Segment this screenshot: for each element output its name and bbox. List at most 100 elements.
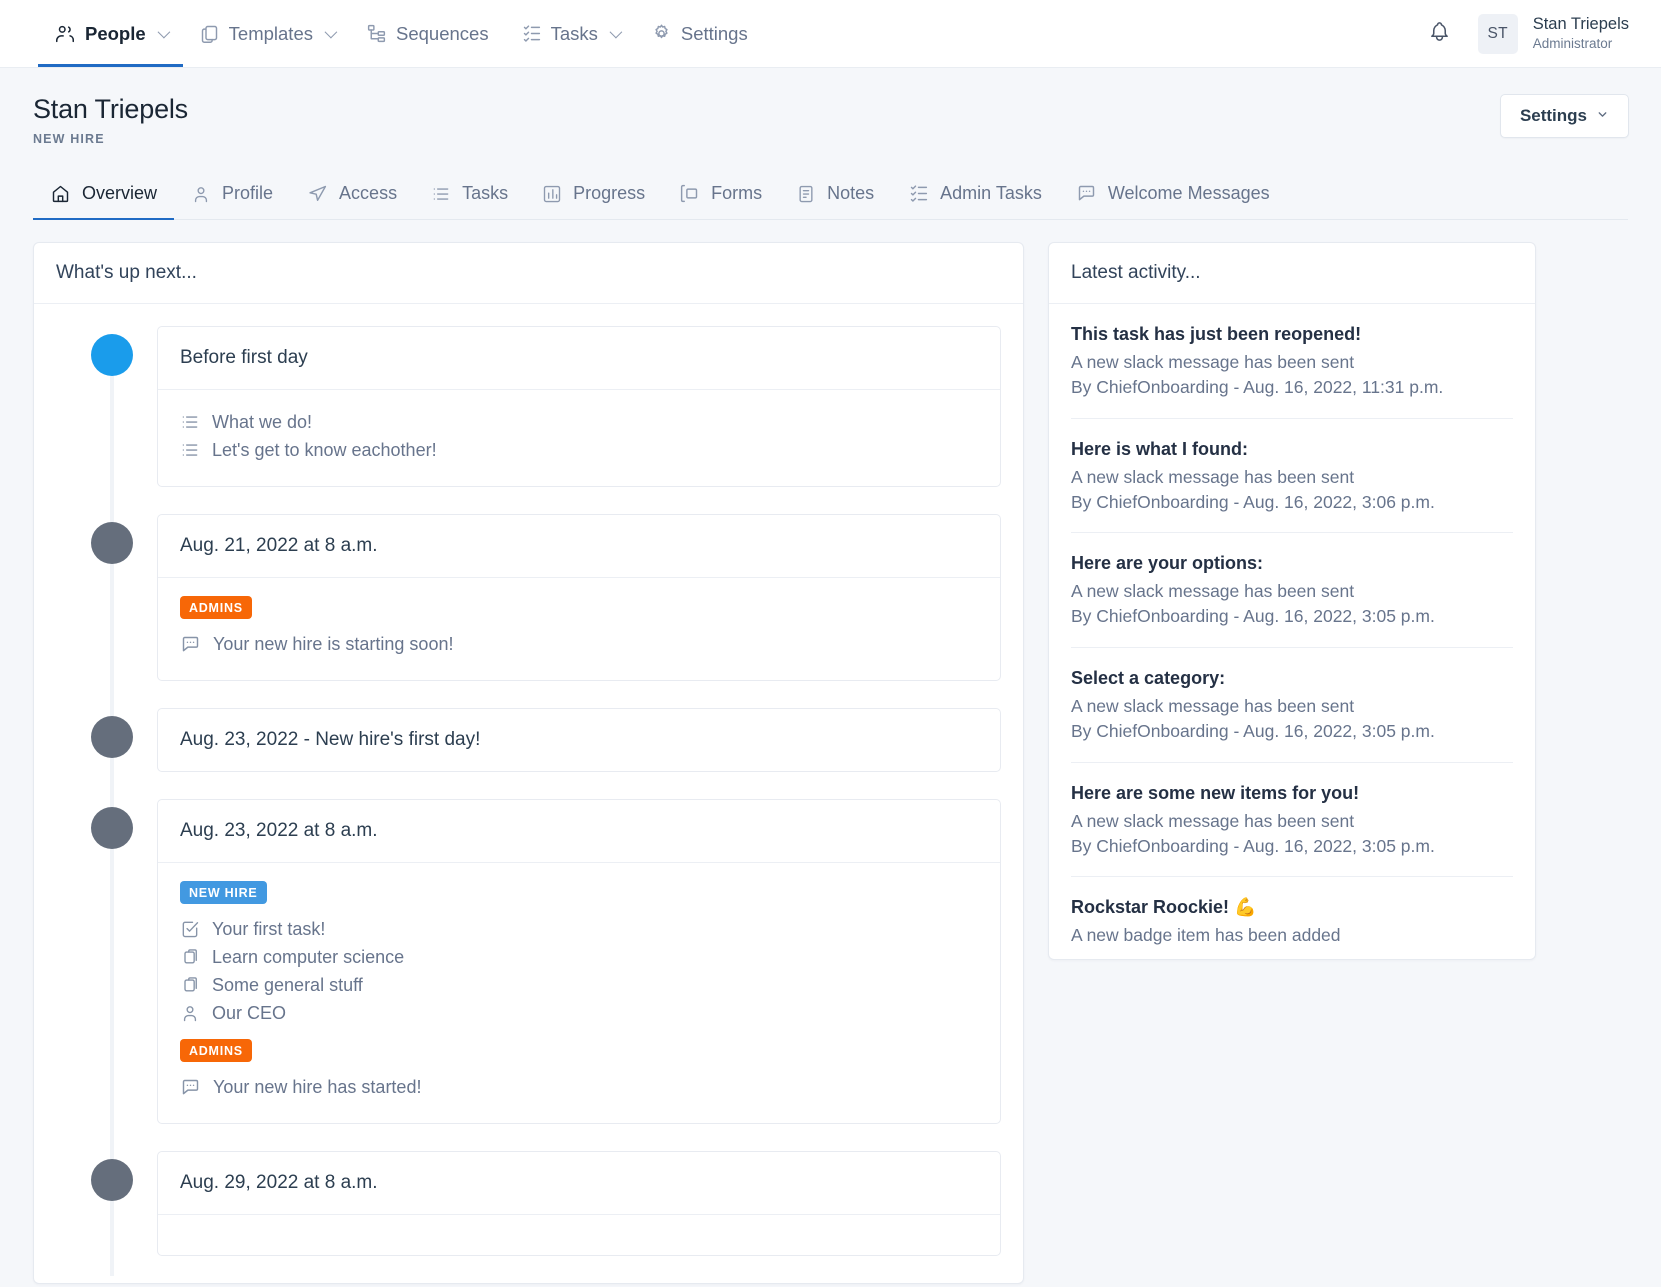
timeline-card[interactable]: Aug. 29, 2022 at 8 a.m. xyxy=(157,1151,1001,1256)
top-nav-item-label: Templates xyxy=(228,22,313,44)
timeline-item[interactable]: Some general stuff xyxy=(180,971,978,999)
activity-item[interactable]: This task has just been reopened! A new s… xyxy=(1071,304,1513,419)
page-title-group: Stan Triepels NEW HIRE xyxy=(33,94,188,146)
avatar[interactable]: ST xyxy=(1477,13,1518,54)
list-icon xyxy=(431,184,451,204)
tab-label: Progress xyxy=(573,183,646,203)
tab-tasks[interactable]: Tasks xyxy=(414,171,525,219)
activity-meta: By ChiefOnboarding - Aug. 16, 2022, 3:05… xyxy=(1071,606,1435,627)
timeline-row: Aug. 21, 2022 at 8 a.m. ADMINS Your new hi… xyxy=(34,514,1023,681)
activity-title: Rockstar Roockie! 💪 xyxy=(1071,897,1257,918)
tab-profile[interactable]: Profile xyxy=(174,171,290,219)
timeline-item[interactable]: Our CEO xyxy=(180,999,978,1027)
checklist-icon xyxy=(908,183,929,204)
tab-overview[interactable]: Overview xyxy=(33,171,175,220)
activity-description: A new badge item has been added xyxy=(1071,925,1341,946)
top-nav-item-sequences[interactable]: Sequences xyxy=(350,0,505,67)
tab-forms[interactable]: Forms xyxy=(662,171,779,219)
home-icon xyxy=(50,183,71,204)
timeline-card-body xyxy=(158,1214,1000,1255)
tab-admin-tasks[interactable]: Admin Tasks xyxy=(891,171,1059,219)
activity-item[interactable]: Select a category: A new slack message ha… xyxy=(1071,648,1513,763)
settings-dropdown-button[interactable]: Settings xyxy=(1499,94,1629,138)
timeline-card[interactable]: Aug. 23, 2022 at 8 a.m. NEW HIRE Your firs… xyxy=(157,799,1001,1124)
page-subtitle: NEW HIRE xyxy=(33,132,105,146)
timeline-item[interactable]: Your first task! xyxy=(180,915,978,943)
tab-label: Profile xyxy=(222,183,274,203)
timeline-card-title: Aug. 29, 2022 at 8 a.m. xyxy=(180,1172,378,1193)
notifications-button[interactable] xyxy=(1418,12,1462,56)
timeline-item-label: Your new hire is starting soon! xyxy=(213,633,454,654)
main-content: What's up next... Before first day What w… xyxy=(0,220,1661,1284)
top-nav-item-templates[interactable]: Templates xyxy=(183,0,350,67)
user-icon xyxy=(191,184,211,204)
activity-title: Here is what I found: xyxy=(1071,438,1249,459)
activity-item[interactable]: Rockstar Roockie! 💪 A new badge item has … xyxy=(1071,877,1513,959)
timeline-row: Aug. 23, 2022 at 8 a.m. NEW HIRE Your firs… xyxy=(34,799,1023,1124)
timeline-row: Aug. 23, 2022 - New hire's first day! xyxy=(34,708,1023,772)
timeline-card[interactable]: Before first day What we do! Let's get to … xyxy=(157,326,1001,487)
audience-badge: ADMINS xyxy=(180,596,252,619)
latest-activity-card: Latest activity... This task has just be… xyxy=(1048,242,1536,960)
timeline-row: Aug. 29, 2022 at 8 a.m. xyxy=(34,1151,1023,1256)
tab-notes[interactable]: Notes xyxy=(779,171,891,219)
activity-description: A new slack message has been sent xyxy=(1071,696,1355,717)
timeline-item[interactable]: Let's get to know eachother! xyxy=(180,436,978,464)
top-nav-item-tasks[interactable]: Tasks xyxy=(505,0,635,67)
audience-badge: NEW HIRE xyxy=(180,881,267,904)
timeline-card-body: NEW HIRE Your first task! Learn computer s… xyxy=(158,862,1000,1123)
timeline-card-title: Aug. 21, 2022 at 8 a.m. xyxy=(180,535,378,556)
activity-meta: By ChiefOnboarding - Aug. 16, 2022, 3:06… xyxy=(1071,491,1435,512)
copy-icon xyxy=(199,23,220,44)
top-navigation-bar: People Templates Sequences Tasks Settings ST… xyxy=(0,0,1661,68)
resource-icon xyxy=(180,947,200,967)
chevron-down-icon xyxy=(1596,106,1609,126)
timeline-dot xyxy=(91,1159,133,1201)
task-check-icon xyxy=(180,919,200,939)
user-icon xyxy=(180,1003,200,1023)
tab-progress[interactable]: Progress xyxy=(525,171,662,219)
top-nav-item-label: Sequences xyxy=(396,22,489,44)
tab-welcome-messages[interactable]: Welcome Messages xyxy=(1059,171,1287,219)
timeline-item-label: Let's get to know eachother! xyxy=(212,439,437,460)
top-nav-item-people[interactable]: People xyxy=(38,0,183,67)
message-icon xyxy=(180,634,201,655)
user-info[interactable]: Stan Triepels Administrator xyxy=(1533,14,1629,52)
bar-chart-icon xyxy=(542,184,562,204)
onboarding-timeline: Before first day What we do! Let's get to … xyxy=(34,304,1023,1276)
timeline-card[interactable]: Aug. 21, 2022 at 8 a.m. ADMINS Your new hi… xyxy=(157,514,1001,681)
timeline-item-label: Some general stuff xyxy=(212,974,363,995)
chevron-down-icon xyxy=(157,25,170,39)
list-icon xyxy=(180,440,200,460)
tab-label: Welcome Messages xyxy=(1107,183,1270,203)
timeline-item[interactable]: Your new hire has started! xyxy=(180,1073,978,1101)
activity-item[interactable]: Here are your options: A new slack messag… xyxy=(1071,533,1513,649)
activity-meta: By ChiefOnboarding - Aug. 16, 2022, 3:05… xyxy=(1071,835,1435,856)
activity-item[interactable]: Here is what I found: A new slack message… xyxy=(1071,419,1513,534)
activity-title: Here are some new items for you! xyxy=(1071,782,1360,803)
top-nav-items: People Templates Sequences Tasks Settings xyxy=(0,0,764,67)
chevron-down-icon xyxy=(609,25,623,39)
timeline-item[interactable]: What we do! xyxy=(180,408,978,436)
timeline-item[interactable]: Learn computer science xyxy=(180,943,978,971)
timeline-item-label: Your new hire has started! xyxy=(213,1076,422,1097)
tab-label: Forms xyxy=(711,183,763,203)
tab-label: Tasks xyxy=(462,183,509,203)
timeline-item[interactable]: Your new hire is starting soon! xyxy=(180,630,978,658)
user-role: Administrator xyxy=(1532,36,1613,52)
timeline-card[interactable]: Aug. 23, 2022 - New hire's first day! xyxy=(157,708,1001,772)
timeline-dot xyxy=(91,334,133,376)
audience-badge: ADMINS xyxy=(180,1039,252,1062)
timeline-card-title: Aug. 23, 2022 - New hire's first day! xyxy=(180,729,481,750)
tab-label: Access xyxy=(339,183,398,203)
settings-button-label: Settings xyxy=(1519,106,1587,125)
top-nav-right: ST Stan Triepels Administrator xyxy=(1418,0,1661,67)
page-title: Stan Triepels xyxy=(33,94,188,124)
activity-description: A new slack message has been sent xyxy=(1071,810,1355,831)
list-icon xyxy=(180,412,200,432)
message-icon xyxy=(1076,183,1097,204)
send-icon xyxy=(307,183,328,204)
activity-item[interactable]: Here are some new items for you! A new sl… xyxy=(1071,763,1513,878)
top-nav-item-settings[interactable]: Settings xyxy=(635,0,764,67)
tab-access[interactable]: Access xyxy=(290,171,414,219)
